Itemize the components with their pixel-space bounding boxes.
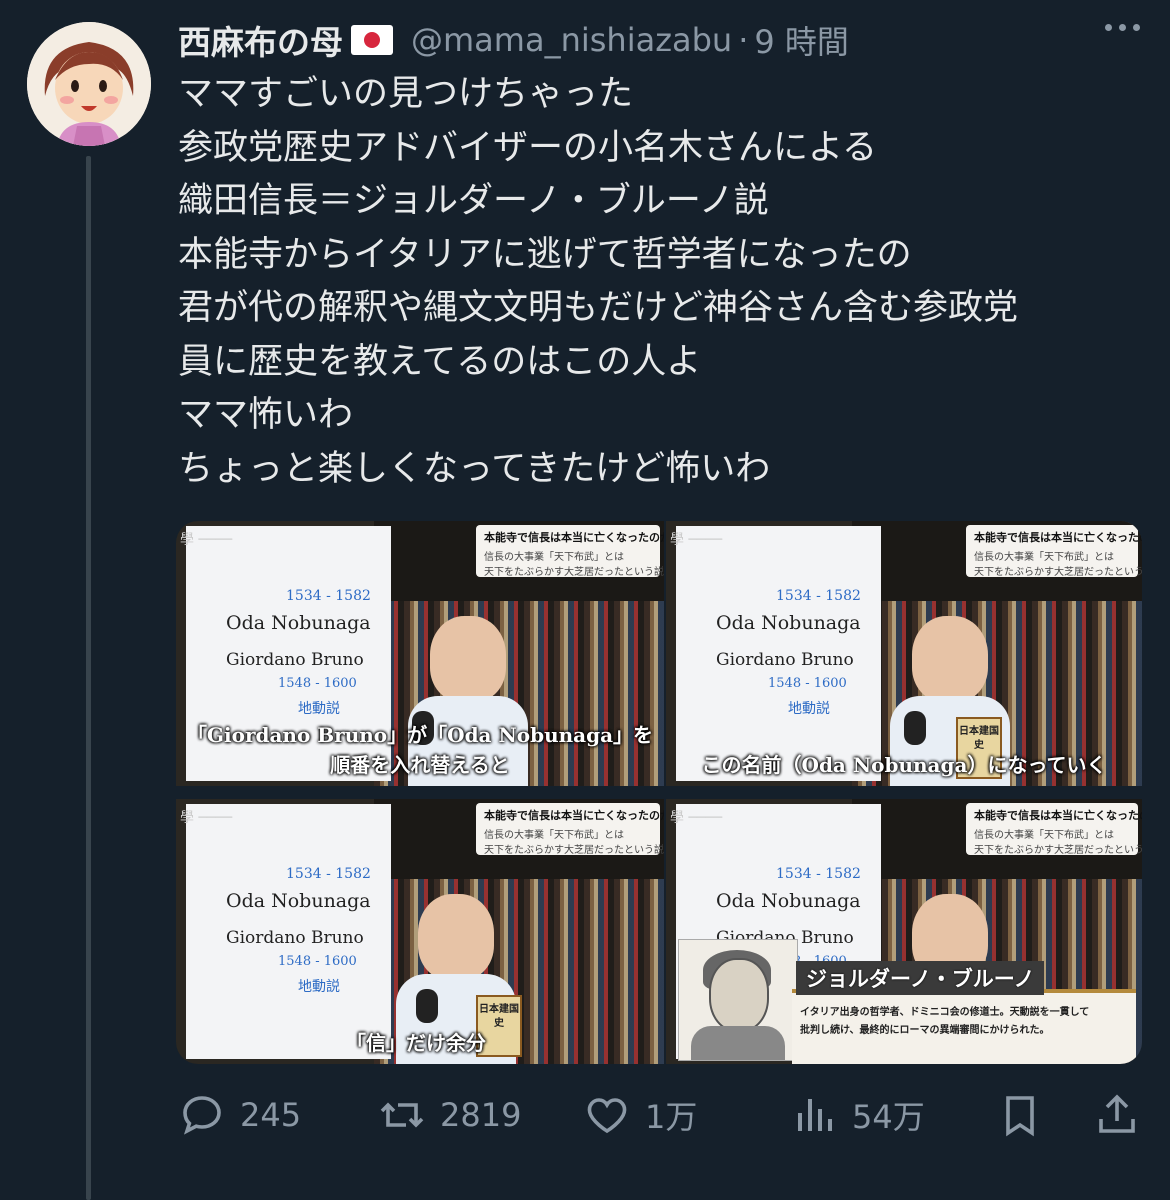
channel-watermark: 學 ──── [670,532,723,548]
board-years: 1534 - 1582 [286,588,371,604]
bruno-portrait [678,939,798,1061]
media-image-2[interactable]: 1534 - 1582 Oda Nobunaga Giordano Bruno … [666,521,1142,786]
info-desc-line1: イタリア出身の哲学者、ドミニコ会の修道士。天動説を一貫して [800,1007,1090,1018]
action-bar: 245 2819 1万 54万 [178,1085,1150,1145]
views-button[interactable]: 54万 [790,1085,925,1145]
frame2-caption: この名前（Oda Nobunaga）になっていく [701,753,1107,777]
banner-sub2: 天下をたぶらかす大芝居だったという説 [974,845,1142,856]
frame3-caption: 「信」だけ余分 [346,1031,486,1055]
bookmark-button[interactable] [996,1085,1044,1145]
banner-title: 本能寺で信長は本当に亡くなったのか [484,809,664,822]
media-image-4[interactable]: 1534 - 1582 Oda Nobunaga Giordano Bruno … [666,799,1142,1064]
bar-chart-icon [798,1099,832,1131]
media-grid[interactable]: 1534 - 1582 Oda Nobunaga Giordano Bruno … [176,521,1142,1064]
board-oda: Oda Nobunaga [716,612,861,634]
board-years: 1534 - 1582 [286,866,371,882]
media-image-3[interactable]: 1534 - 1582 Oda Nobunaga Giordano Bruno … [176,799,664,1064]
separator-dot: · [738,21,749,59]
info-panel: ジョルダーノ・ブルーノ イタリア出身の哲学者、ドミニコ会の修道士。天動説を一貫し… [792,961,1136,1064]
board-kanji: 地動説 [298,979,340,995]
board-giordano: Giordano Bruno [226,650,364,670]
media-image-1[interactable]: 1534 - 1582 Oda Nobunaga Giordano Bruno … [176,521,664,786]
tweet-line: 織田信長＝ジョルダーノ・ブルーノ説 [178,181,769,221]
banner-title: 本能寺で信長は本当に亡くなったのか [974,531,1142,544]
banner-sub1: 信長の大事業「天下布武」とは [484,552,624,563]
board-years2: 1548 - 1600 [278,954,357,969]
board-kanji: 地動説 [788,701,830,717]
channel-watermark: 學 ──── [670,810,723,826]
author-avatar[interactable] [27,22,151,146]
channel-watermark: 學 ──── [180,810,233,826]
share-upload-icon [1099,1094,1135,1133]
share-button[interactable] [1093,1085,1141,1145]
reply-button[interactable]: 245 [178,1085,301,1145]
board-years: 1534 - 1582 [776,588,861,604]
thread-line [86,156,91,1200]
author-handle[interactable]: @mama_nishiazabu [411,21,732,59]
frame1-caption-line1: 「Giordano Bruno」が「Oda Nobunaga」を [186,723,654,747]
tweet-line: 君が代の解釈や縄文文明もだけど神谷さん含む参政党 [178,288,1019,328]
banner-sub2: 天下をたぶらかす大芝居だったという説 [484,845,664,856]
tweet-header: 西麻布の母 @mama_nishiazabu · 9 時間 [178,14,1150,66]
banner-title: 本能寺で信長は本当に亡くなったのか [484,531,664,544]
tweet-line: 参政党歴史アドバイザーの小名木さんによる [178,127,877,168]
heart-icon [587,1098,627,1134]
tweet-line: 員に歴史を教えてるのはこの人よ [178,341,702,382]
author-name[interactable]: 西麻布の母 [178,16,343,64]
board-oda: Oda Nobunaga [226,890,371,912]
ellipsis-icon[interactable] [1105,24,1140,31]
banner-title: 本能寺で信長は本当に亡くなったのか [974,809,1142,822]
banner-sub1: 信長の大事業「天下布武」とは [974,830,1114,841]
reply-count: 245 [240,1096,302,1134]
video-banner: 本能寺で信長は本当に亡くなったのか 信長の大事業「天下布武」とは 天下をたぶらか… [476,525,664,578]
board-kanji: 地動説 [298,701,340,717]
whiteboard: 1534 - 1582 Oda Nobunaga Giordano Bruno … [186,804,391,1059]
tweet-line: ママ怖いわ [178,395,354,435]
video-banner: 本能寺で信長は本当に亡くなったのか 信長の大事業「天下布武」とは 天下をたぶらか… [966,525,1142,578]
board-oda: Oda Nobunaga [716,890,861,912]
tweet-line: ちょっと楽しくなってきたけど怖いわ [178,448,771,489]
board-years2: 1548 - 1600 [278,676,357,691]
board-years: 1534 - 1582 [776,866,861,882]
banner-sub2: 天下をたぶらかす大芝居だったという説 [484,567,664,578]
microphone [904,711,926,745]
speech-bubble-icon [183,1096,221,1135]
like-count: 1万 [645,1098,698,1136]
info-desc-line2: 批判し続け、最終的にローマの異端審問にかけられた。 [800,1025,1050,1036]
avatar-illustration [27,22,151,146]
banner-sub2: 天下をたぶらかす大芝居だったという説 [974,567,1142,578]
japan-flag-icon [351,25,393,55]
banner-sub1: 信長の大事業「天下布武」とは [974,552,1114,563]
retweet-count: 2819 [440,1096,522,1134]
tweet-timestamp[interactable]: 9 時間 [754,17,849,63]
frame1-caption-line2: 順番を入れ替えると [330,753,510,777]
board-giordano: Giordano Bruno [226,928,364,948]
banner-sub1: 信長の大事業「天下布武」とは [484,830,624,841]
tweet-line: 本能寺からイタリアに逃げて哲学者になったの [178,234,912,275]
board-years2: 1548 - 1600 [768,676,847,691]
tweet-text: ママすごいの見つけちゃった 参政党歴史アドバイザーの小名木さんによる 織田信長＝… [178,68,1148,496]
microphone [416,989,438,1023]
info-title: ジョルダーノ・ブルーノ [796,961,1045,995]
board-giordano: Giordano Bruno [716,650,854,670]
channel-watermark: 學 ──── [180,532,233,548]
like-button[interactable]: 1万 [583,1085,697,1145]
retweet-arrows-icon [380,1102,424,1128]
video-banner: 本能寺で信長は本当に亡くなったのか 信長の大事業「天下布武」とは 天下をたぶらか… [476,803,664,856]
tweet-line: ママすごいの見つけちゃった [178,74,634,114]
bookmark-icon [1006,1096,1034,1137]
video-banner: 本能寺で信長は本当に亡くなったのか 信長の大事業「天下布武」とは 天下をたぶらか… [966,803,1142,856]
views-count: 54万 [852,1098,925,1136]
whiteboard: 1534 - 1582 Oda Nobunaga Giordano Bruno … [676,526,881,781]
retweet-button[interactable]: 2819 [378,1085,521,1145]
board-oda: Oda Nobunaga [226,612,371,634]
